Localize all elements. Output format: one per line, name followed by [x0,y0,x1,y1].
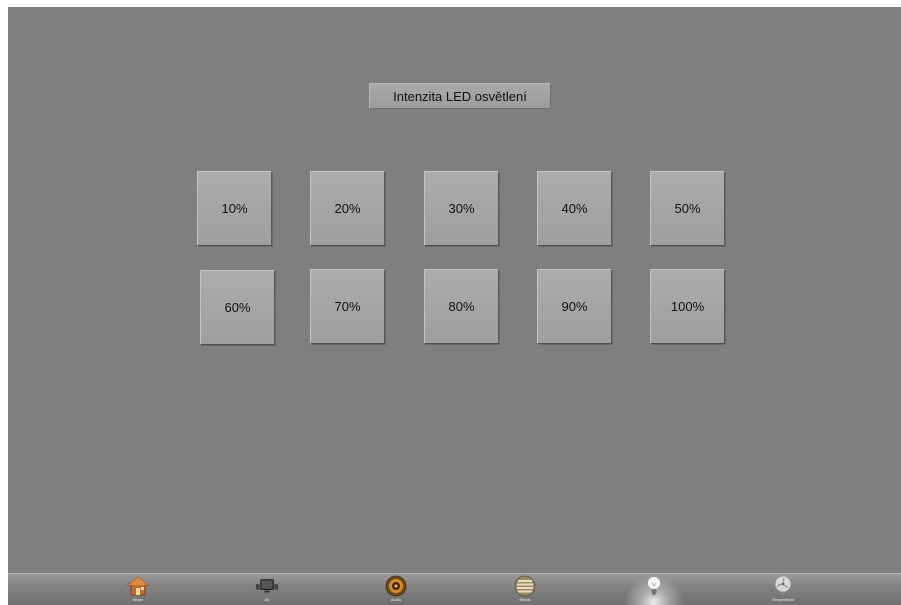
dock-label: Home [132,597,144,602]
level-label: 70% [334,299,361,314]
level-30-button[interactable]: 30% [424,171,499,246]
level-40-button[interactable]: 40% [537,171,612,246]
level-label: 30% [448,201,475,216]
level-label: 20% [334,201,361,216]
light-bulb-icon [642,575,666,597]
level-label: 60% [224,300,251,315]
dock-item-audio[interactable]: Audio [366,575,426,605]
level-label: 40% [561,201,588,216]
bottom-dock: Home AV Audio Blinds Lights Temperature [8,573,901,605]
dock-item-blinds[interactable]: Blinds [495,575,555,605]
blinds-icon [513,575,537,597]
level-60-button[interactable]: 60% [200,270,275,345]
house-icon [126,575,150,597]
tv-icon [255,575,279,597]
dock-label: Blinds [519,597,531,602]
level-label: 50% [674,201,701,216]
app-screen: Intenzita LED osvětlení 10% 20% 30% 40% … [8,7,901,605]
level-label: 90% [561,299,588,314]
dock-label: Lights [648,597,660,602]
dock-item-temperature[interactable]: Temperature [753,575,813,605]
level-label: 10% [221,201,248,216]
level-20-button[interactable]: 20% [310,171,385,246]
fan-icon [771,575,795,597]
level-70-button[interactable]: 70% [310,269,385,344]
page-title: Intenzita LED osvětlení [369,83,551,109]
speaker-icon [384,575,408,597]
page-title-text: Intenzita LED osvětlení [393,88,527,104]
dock-label: Temperature [771,597,795,602]
dock-item-home[interactable]: Home [108,575,168,605]
level-100-button[interactable]: 100% [650,269,725,344]
level-10-button[interactable]: 10% [197,171,272,246]
level-label: 100% [670,299,705,314]
level-90-button[interactable]: 90% [537,269,612,344]
dock-label: AV [264,597,270,602]
level-label: 80% [448,299,475,314]
level-80-button[interactable]: 80% [424,269,499,344]
dock-label: Audio [390,597,402,602]
dock-item-av[interactable]: AV [237,575,297,605]
level-50-button[interactable]: 50% [650,171,725,246]
dock-item-lights[interactable]: Lights [624,575,684,605]
